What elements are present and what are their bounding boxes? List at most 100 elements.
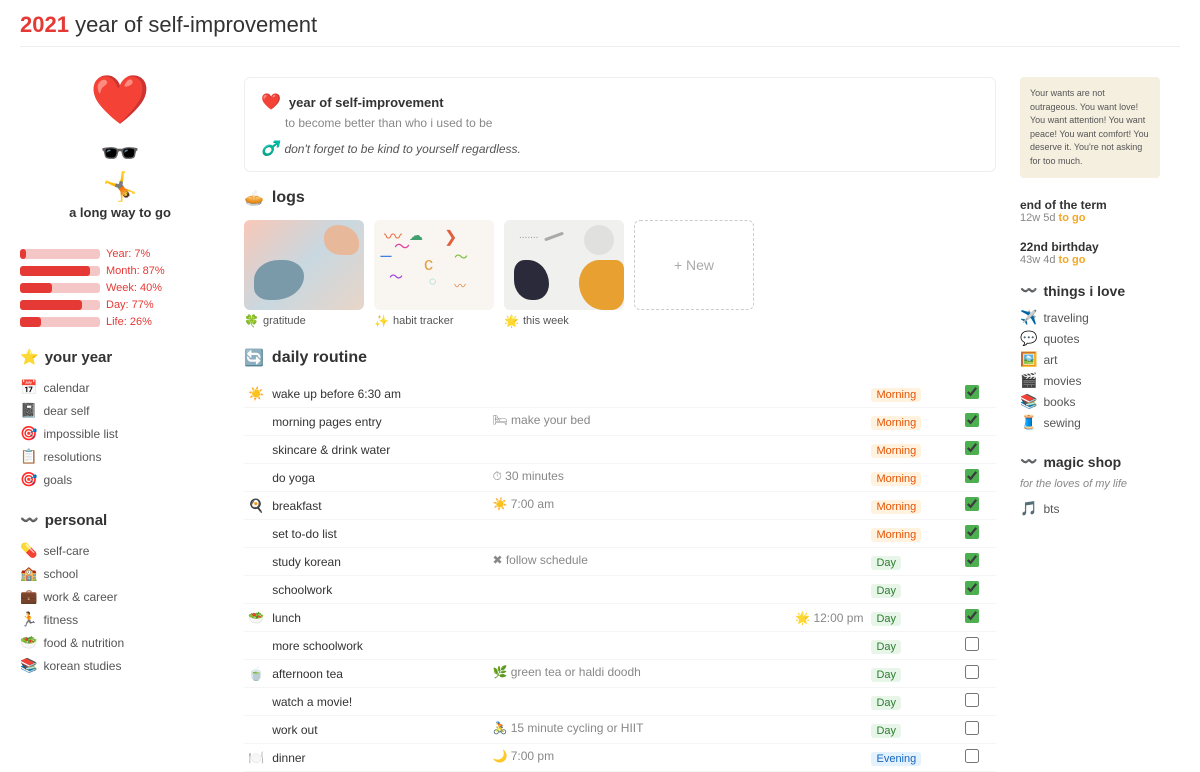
task-checkbox[interactable] [965,721,979,735]
task-checkbox-cell[interactable] [961,464,996,492]
task-checkbox-cell[interactable] [961,744,996,772]
log-label-habit: ✨ habit tracker [374,314,494,328]
task-checkbox-cell[interactable] [961,576,996,604]
routine-table: ☀️ wake up before 6:30 am Morning mornin… [244,380,996,772]
nav-item-work-&-career[interactable]: 💼work & career [20,585,220,608]
task-checkbox[interactable] [965,413,979,427]
task-hint [488,632,744,642]
task-checkbox-cell[interactable] [961,632,996,660]
task-checkbox-cell[interactable] [961,660,996,688]
task-checkbox[interactable] [965,497,979,511]
personal-nav: 〰️ personal 💊self-care🏫school💼work & car… [20,511,220,677]
task-checkbox-cell[interactable] [961,436,996,464]
task-hint: ⏱ 30 minutes [488,464,744,489]
task-checkbox-cell[interactable] [961,716,996,744]
love-emoji: 🖼️ [1020,351,1037,368]
task-checkbox[interactable] [965,581,979,595]
love-item-art[interactable]: 🖼️art [1020,349,1180,370]
countdown-title: 22nd birthday [1020,240,1180,254]
task-checkbox-cell[interactable] [961,688,996,716]
nav-label: fitness [43,613,78,627]
wave-icon-shop: 〰️ [1020,453,1037,470]
nav-item-resolutions[interactable]: 📋resolutions [20,445,220,468]
avatar-figure: ❤️ 🕶️ 🤸 [90,77,150,201]
nav-emoji: 📅 [20,379,37,396]
task-checkbox-cell[interactable] [961,408,996,436]
progress-bar-bg [20,249,100,259]
shop-label: bts [1043,502,1059,516]
progress-bar-fill [20,283,52,293]
task-checkbox[interactable] [965,693,979,707]
task-time [745,380,868,408]
countdowns: end of the term 12w 5d to go 22nd birthd… [1020,198,1180,266]
progress-section: Year: 7% Month: 87% Week: 40% Day: 77% L… [20,248,220,328]
routine-row: ☀️ wake up before 6:30 am Morning [244,380,996,408]
routine-row: morning pages entry 🛏 make your bed Morn… [244,408,996,436]
log-card-week[interactable]: ....... 🌟 this week [504,220,624,328]
task-checkbox[interactable] [965,749,979,763]
log-card-gratitude[interactable]: 🍀 gratitude [244,220,364,328]
log-thumb-week: ....... [504,220,624,310]
nav-item-korean-studies[interactable]: 📚korean studies [20,654,220,677]
progress-item: Month: 87% [20,265,220,277]
progress-label: Year: 7% [106,248,150,260]
task-row-icon: 🍳 [244,492,268,520]
nav-item-self-care[interactable]: 💊self-care [20,539,220,562]
task-hint [488,576,744,586]
nav-item-school[interactable]: 🏫school [20,562,220,585]
task-hint: ☀️ 7:00 am [488,492,744,516]
nav-label: dear self [43,404,89,418]
routine-row: watch a movie! Day [244,688,996,716]
love-item-sewing[interactable]: 🧵sewing [1020,412,1180,433]
goal-subtitle: to become better than who i used to be [285,116,979,130]
routine-row: 🍳 breakfast ☀️ 7:00 am Morning [244,492,996,520]
shop-item-bts[interactable]: 🎵bts [1020,498,1180,519]
nav-item-food-&-nutrition[interactable]: 🥗food & nutrition [20,631,220,654]
task-checkbox[interactable] [965,665,979,679]
task-checkbox[interactable] [965,553,979,567]
task-period: Morning [867,408,960,436]
love-emoji: 🎬 [1020,372,1037,389]
love-emoji: 🧵 [1020,414,1037,431]
task-row-icon [244,464,268,492]
task-checkbox[interactable] [965,469,979,483]
things-i-love-title: 〰️ things i love [1020,282,1180,299]
love-item-traveling[interactable]: ✈️traveling [1020,307,1180,328]
task-checkbox-cell[interactable] [961,548,996,576]
task-period: Day [867,632,960,660]
love-label: books [1043,395,1075,409]
task-checkbox[interactable] [965,525,979,539]
task-checkbox[interactable] [965,637,979,651]
nav-label: food & nutrition [43,636,124,650]
love-item-quotes[interactable]: 💬quotes [1020,328,1180,349]
nav-item-dear-self[interactable]: 📓 dear self [20,399,220,422]
new-log-button[interactable]: + New [634,220,754,310]
task-hint: 🌙 7:00 pm [488,744,744,768]
nav-item-fitness[interactable]: 🏃fitness [20,608,220,631]
nav-emoji: 📓 [20,402,37,419]
your-year-items: 📅calendar 📓 dear self 🎯impossible list📋reso… [20,376,220,491]
nav-label: korean studies [43,659,121,673]
task-name: do yoga [268,464,488,492]
task-time [745,660,868,688]
nav-item-calendar[interactable]: 📅calendar [20,376,220,399]
nav-item-goals[interactable]: 🎯goals [20,468,220,491]
love-emoji: 💬 [1020,330,1037,347]
task-checkbox-cell[interactable] [961,492,996,520]
task-checkbox[interactable] [965,441,979,455]
task-hint: 🚴 15 minute cycling or HIIT [488,716,744,740]
quote-card: Your wants are not outrageous. You want … [1020,77,1160,178]
nav-item-impossible-list[interactable]: 🎯impossible list [20,422,220,445]
task-checkbox-cell[interactable] [961,604,996,632]
task-row-icon: 🍽️ [244,744,268,772]
task-checkbox-cell[interactable] [961,520,996,548]
love-item-movies[interactable]: 🎬movies [1020,370,1180,391]
progress-bar-bg [20,317,100,327]
task-checkbox-cell[interactable] [961,380,996,408]
task-checkbox[interactable] [965,609,979,623]
task-time [745,436,868,464]
task-checkbox[interactable] [965,385,979,399]
log-card-habit[interactable]: 〰 ☁ 〜 ー c 〜 ◌ ❯ 〜 〰 ✨ [374,220,494,328]
love-item-books[interactable]: 📚books [1020,391,1180,412]
task-period: Evening [867,744,960,772]
